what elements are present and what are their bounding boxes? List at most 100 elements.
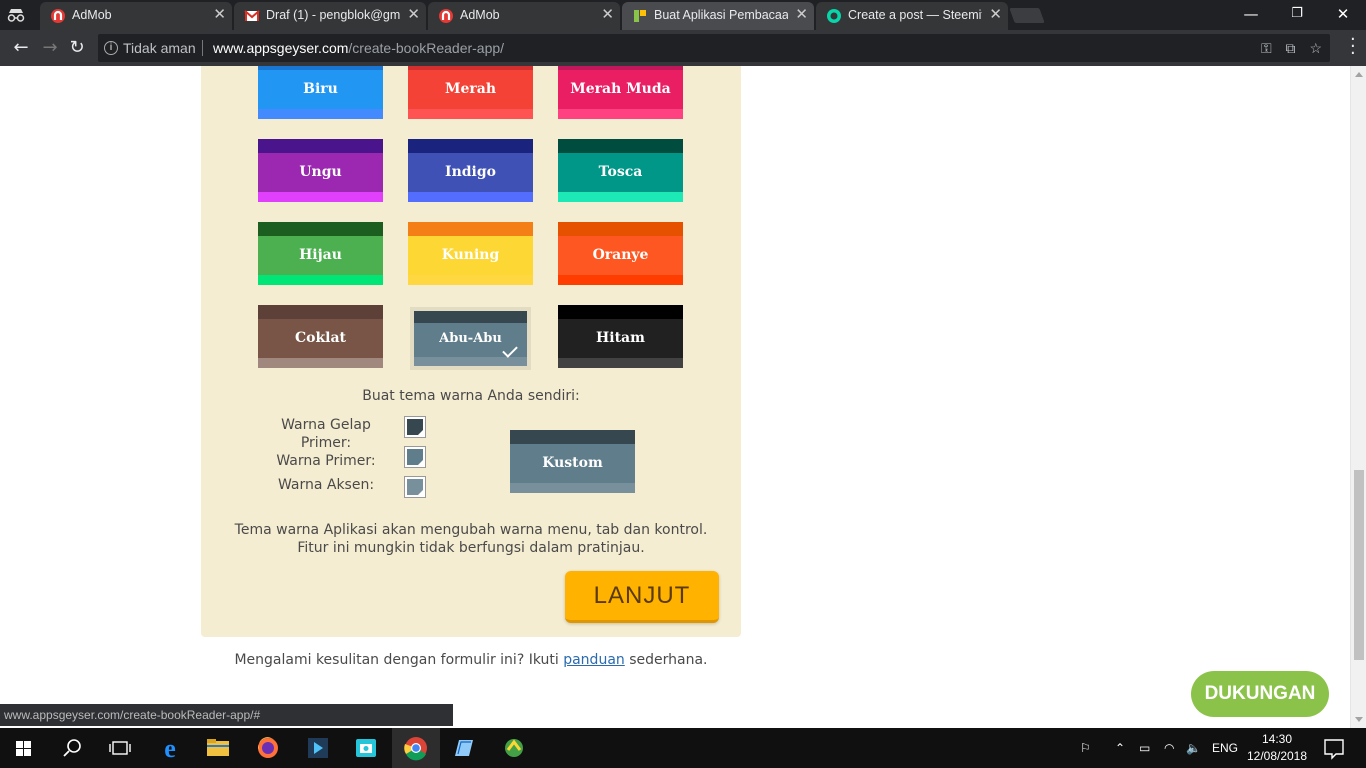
edge-icon[interactable]: e xyxy=(146,728,194,768)
theme-option-tosca[interactable]: Tosca xyxy=(558,139,683,202)
reload-icon[interactable]: ↻ xyxy=(67,38,87,58)
incognito-icon xyxy=(7,9,25,22)
firefox-icon[interactable] xyxy=(244,728,292,768)
back-icon[interactable]: ← xyxy=(11,38,31,58)
battery-icon[interactable]: ▭ xyxy=(1139,728,1150,768)
theme-label: Merah Muda xyxy=(570,81,671,97)
dark-primary-color-picker[interactable] xyxy=(404,416,426,438)
theme-label: Oranye xyxy=(592,247,649,263)
notifications-icon[interactable] xyxy=(1310,728,1358,768)
custom-preview-label: Kustom xyxy=(542,455,603,471)
tab-title: Buat Aplikasi Pembacaan xyxy=(654,8,788,22)
theme-label: Kuning xyxy=(441,247,500,263)
theme-option-abu-abu[interactable]: Abu-Abu xyxy=(410,307,531,370)
file-explorer-icon[interactable] xyxy=(194,728,242,768)
note-line: Tema warna Aplikasi akan mengubah warna … xyxy=(234,522,708,538)
theme-option-hitam[interactable]: Hitam xyxy=(558,305,683,368)
theme-option-oranye[interactable]: Oranye xyxy=(558,222,683,285)
bookmark-star-icon[interactable]: ☆ xyxy=(1309,40,1322,56)
notes-app-icon[interactable] xyxy=(440,728,488,768)
theme-form-panel: Biru Merah Merah Muda Ungu Indigo Tosca Hijau K… xyxy=(201,66,741,637)
chrome-menu-icon[interactable]: · · · xyxy=(1350,31,1356,63)
page-scrollbar[interactable] xyxy=(1350,66,1366,728)
browser-tab-active[interactable]: Buat Aplikasi Pembacaan ✕ xyxy=(622,2,814,30)
accent-color-picker[interactable] xyxy=(404,476,426,498)
browser-tab[interactable]: Create a post — Steemit ✕ xyxy=(816,2,1008,30)
theme-option-merah-muda[interactable]: Merah Muda xyxy=(558,66,683,119)
page-content: Biru Merah Merah Muda Ungu Indigo Tosca Hijau K… xyxy=(0,66,1350,704)
support-button[interactable]: DUKUNGAN xyxy=(1191,671,1329,717)
camera-app-icon[interactable] xyxy=(342,728,390,768)
show-hidden-icons-icon[interactable]: ⌃ xyxy=(1115,728,1125,768)
security-status[interactable]: Tidak aman xyxy=(123,34,196,62)
tab-title: Draf (1) - pengblok@gm… xyxy=(266,8,400,22)
theme-option-merah[interactable]: Merah xyxy=(408,66,533,119)
guide-link[interactable]: panduan xyxy=(563,652,625,668)
theme-label: Hitam xyxy=(596,330,645,346)
close-tab-icon[interactable]: ✕ xyxy=(795,2,808,28)
scroll-down-arrow[interactable] xyxy=(1355,717,1363,722)
browser-tab[interactable]: AdMob ✕ xyxy=(40,2,232,30)
people-icon[interactable]: ⚐ xyxy=(1080,728,1091,768)
tab-title: AdMob xyxy=(460,8,500,22)
theme-label: Hijau xyxy=(299,247,342,263)
next-button[interactable]: LANJUT xyxy=(565,571,719,623)
search-icon[interactable] xyxy=(48,728,96,768)
scroll-thumb[interactable] xyxy=(1354,470,1364,660)
media-app-icon[interactable] xyxy=(294,728,342,768)
theme-option-coklat[interactable]: Coklat xyxy=(258,305,383,368)
admob-icon xyxy=(51,9,65,23)
close-tab-icon[interactable]: ✕ xyxy=(407,2,420,28)
clock[interactable]: 14:30 12/08/2018 xyxy=(1246,731,1308,765)
theme-label: Indigo xyxy=(445,164,496,180)
volume-icon[interactable]: 🔈 xyxy=(1186,728,1201,768)
translate-icon[interactable]: ⧉ xyxy=(1286,40,1296,56)
divider xyxy=(202,40,203,56)
theme-label: Merah xyxy=(444,81,497,97)
svg-text:e: e xyxy=(164,734,176,763)
theme-option-ungu[interactable]: Ungu xyxy=(258,139,383,202)
theme-option-kuning[interactable]: Kuning xyxy=(408,222,533,285)
steemit-icon xyxy=(827,9,841,23)
minimize-icon[interactable]: — xyxy=(1228,0,1274,30)
appsgeyser-icon xyxy=(634,10,646,22)
theme-option-biru[interactable]: Biru xyxy=(258,66,383,119)
close-tab-icon[interactable]: ✕ xyxy=(989,2,1002,28)
download-manager-icon[interactable] xyxy=(490,728,538,768)
key-icon[interactable]: ⚿ xyxy=(1261,40,1272,56)
restore-icon[interactable]: ❐ xyxy=(1274,0,1320,30)
custom-theme-preview[interactable]: Kustom xyxy=(510,430,635,493)
windows-start-icon[interactable] xyxy=(0,728,48,768)
wifi-icon[interactable]: ◠ xyxy=(1164,728,1174,768)
primary-color-picker[interactable] xyxy=(404,446,426,468)
theme-option-hijau[interactable]: Hijau xyxy=(258,222,383,285)
dark-primary-label: Warna Gelap Primer: xyxy=(281,417,371,451)
info-icon[interactable]: i xyxy=(104,41,118,55)
help-text: Mengalami kesulitan dengan formulir ini?… xyxy=(234,652,708,668)
accent-label: Warna Aksen: xyxy=(277,477,375,493)
note-line: Fitur ini mungkin tidak berfungsi dalam … xyxy=(297,540,645,556)
task-view-icon[interactable] xyxy=(96,728,144,768)
close-tab-icon[interactable]: ✕ xyxy=(601,2,614,28)
browser-tab[interactable]: Draf (1) - pengblok@gm… ✕ xyxy=(234,2,426,30)
admob-icon xyxy=(439,9,453,23)
new-tab-button[interactable] xyxy=(1009,8,1045,23)
close-tab-icon[interactable]: ✕ xyxy=(213,2,226,28)
scroll-up-arrow[interactable] xyxy=(1355,72,1363,77)
windows-taskbar: e ⚐ ⌃ ▭ ◠ 🔈 ENG 14:30 12/08/2018 xyxy=(0,728,1366,768)
primary-label: Warna Primer: xyxy=(276,453,376,469)
theme-option-indigo[interactable]: Indigo xyxy=(408,139,533,202)
close-window-icon[interactable]: ✕ xyxy=(1320,0,1366,30)
address-bar[interactable]: i Tidak aman www.appsgeyser.com/create-b… xyxy=(98,34,1330,62)
theme-label: Tosca xyxy=(598,164,643,180)
browser-toolbar: ← → ↻ i Tidak aman www.appsgeyser.com/cr… xyxy=(0,30,1366,66)
theme-label: Biru xyxy=(303,81,338,97)
gmail-icon xyxy=(244,10,260,21)
forward-icon[interactable]: → xyxy=(40,38,60,58)
status-bubble: www.appsgeyser.com/create-bookReader-app… xyxy=(0,704,453,726)
chrome-icon[interactable] xyxy=(392,728,440,768)
clock-time: 14:30 xyxy=(1261,732,1293,746)
language-indicator[interactable]: ENG xyxy=(1212,728,1238,768)
url-text[interactable]: www.appsgeyser.com/create-bookReader-app… xyxy=(213,34,504,62)
browser-tab[interactable]: AdMob ✕ xyxy=(428,2,620,30)
